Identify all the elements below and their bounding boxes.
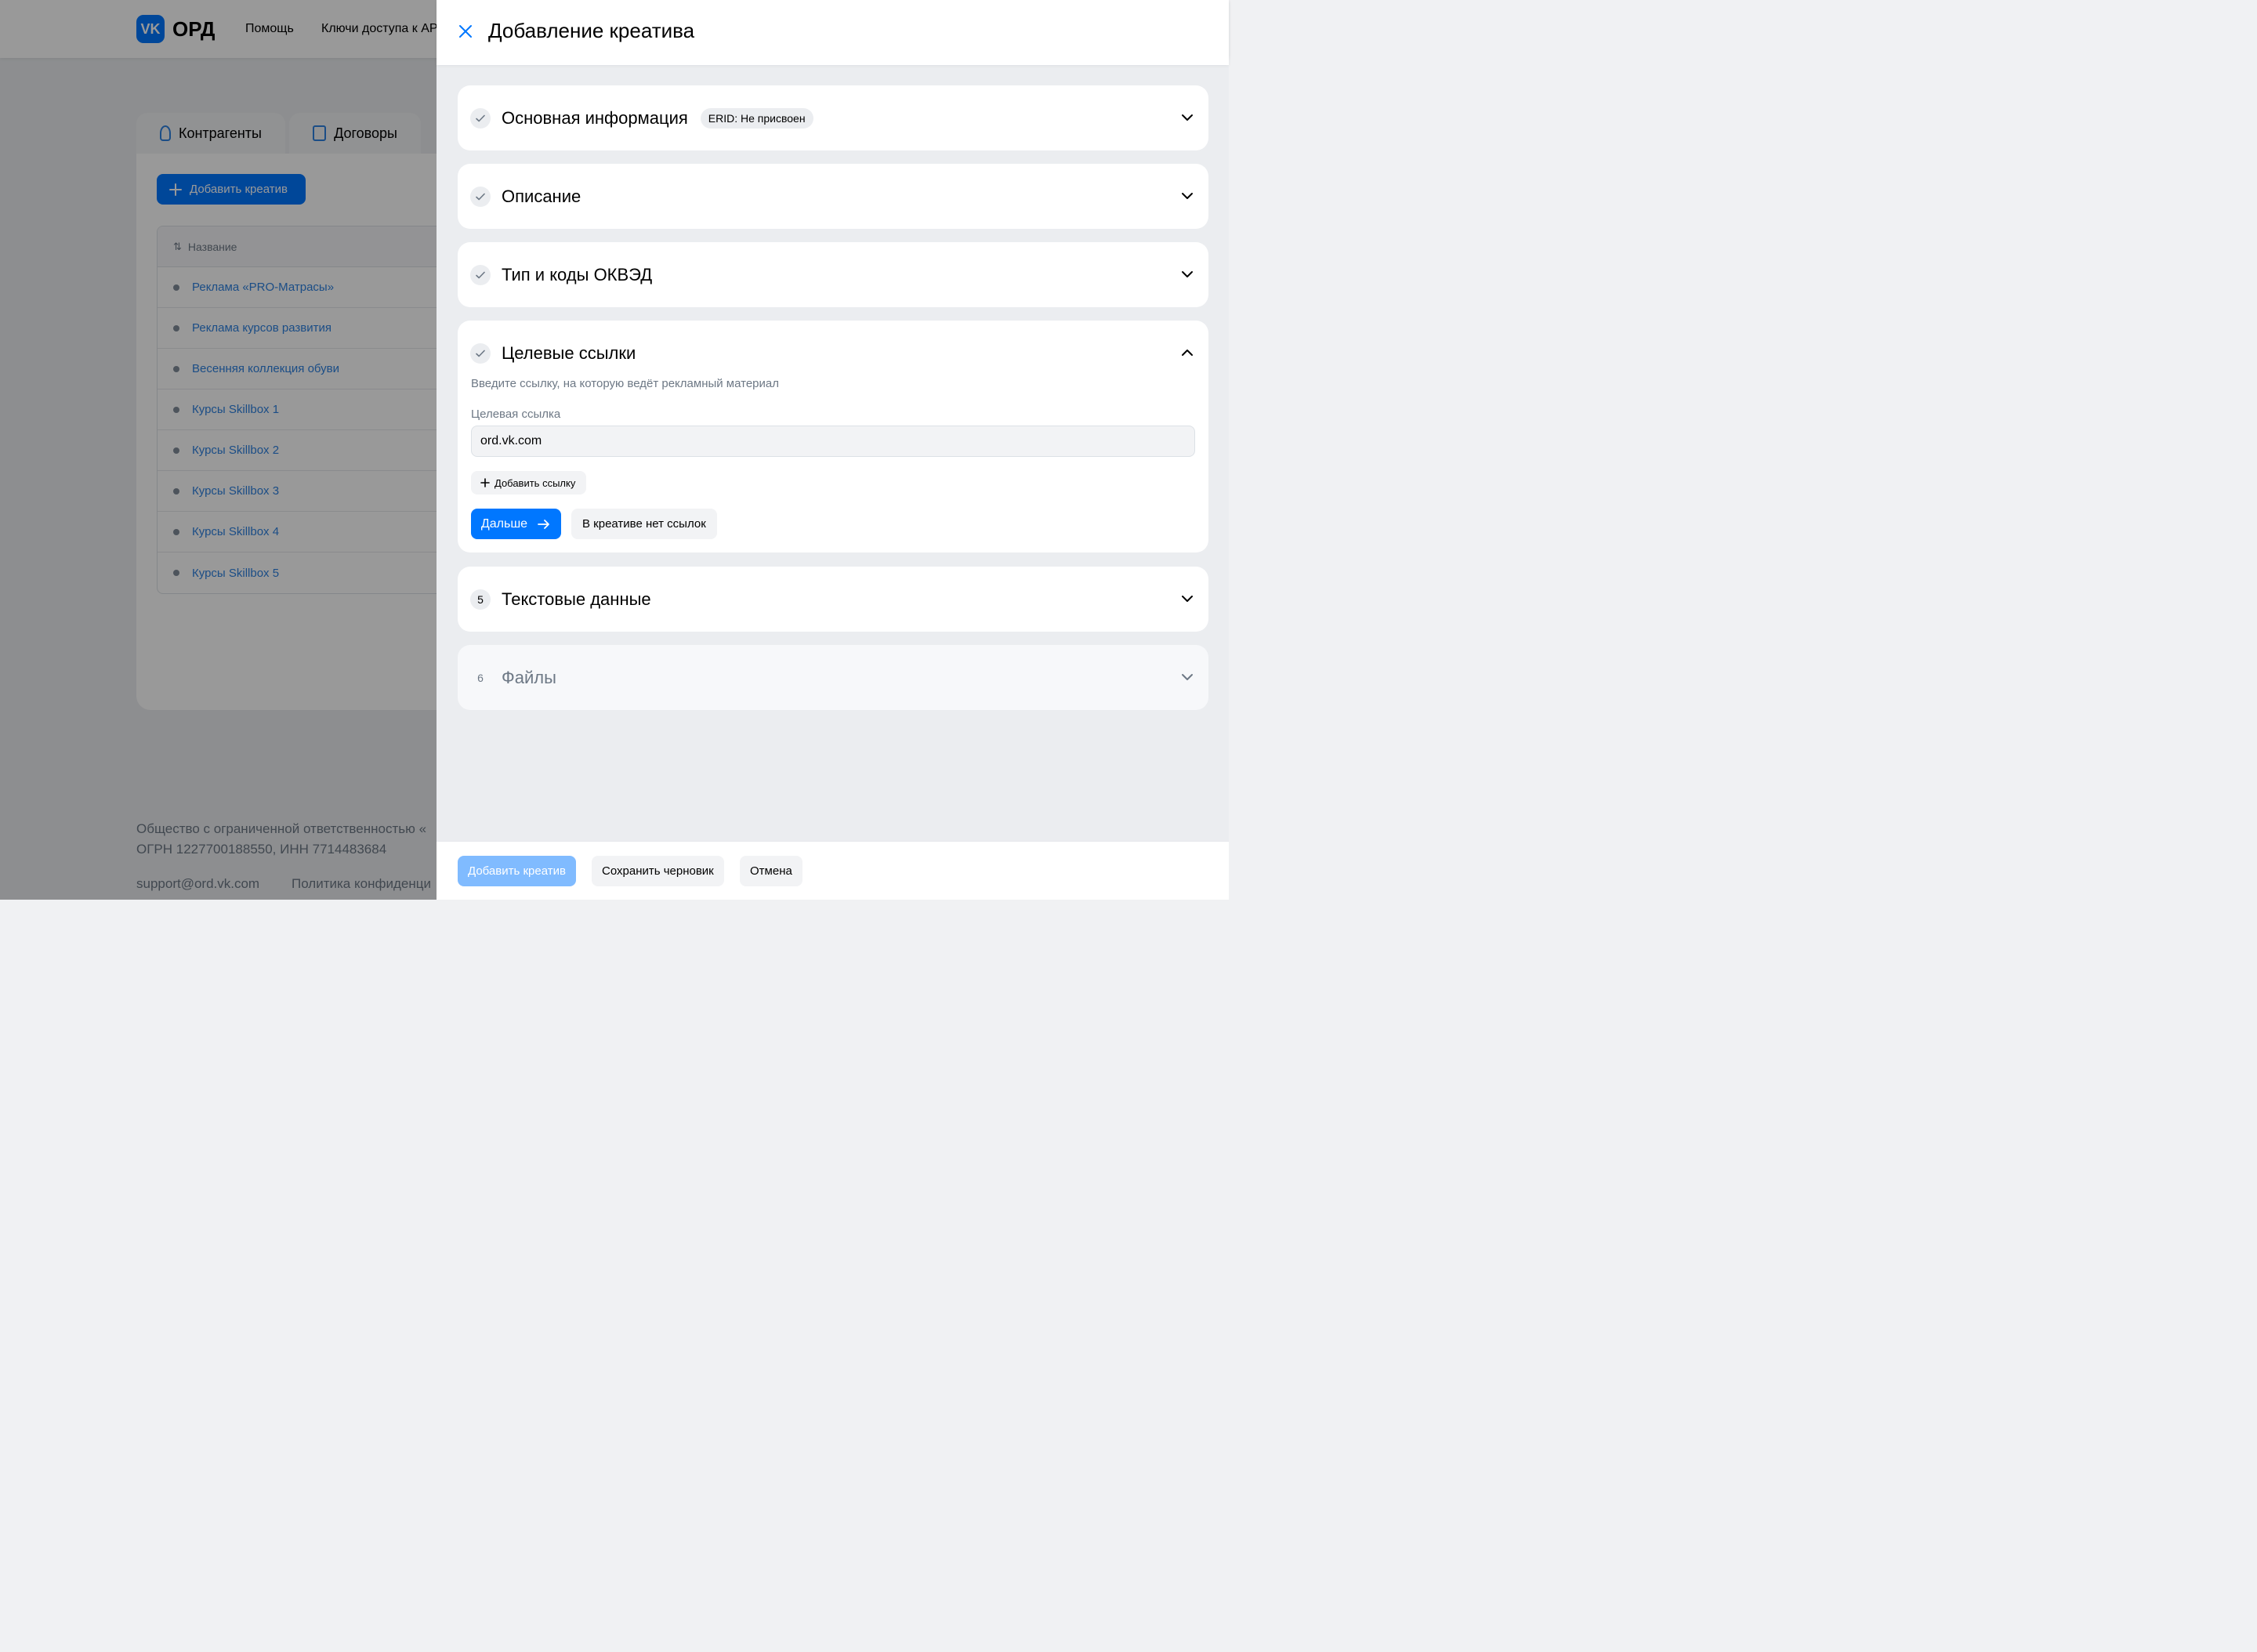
- section-title: Текстовые данные: [502, 589, 651, 609]
- step-number: 5: [470, 589, 491, 610]
- section-main-info[interactable]: Основная информация ERID: Не присвоен: [458, 85, 1208, 150]
- chevron-up-icon[interactable]: [1180, 346, 1194, 360]
- section-files: 6 Файлы: [458, 645, 1208, 710]
- chevron-down-icon[interactable]: [1180, 110, 1194, 125]
- add-link-label: Добавить ссылку: [495, 476, 576, 489]
- section-text-data[interactable]: 5 Текстовые данные: [458, 567, 1208, 632]
- section-title: Описание: [502, 186, 581, 206]
- section-title: Целевые ссылки: [502, 342, 636, 363]
- drawer-header: Добавление креатива: [437, 0, 1229, 65]
- section-header: 5 Текстовые данные: [470, 567, 651, 632]
- save-draft-button[interactable]: Сохранить черновик: [592, 856, 724, 886]
- chevron-down-icon[interactable]: [1180, 189, 1194, 203]
- check-icon: [470, 186, 491, 207]
- plus-icon: [480, 478, 490, 487]
- add-link-button[interactable]: Добавить ссылку: [471, 471, 587, 495]
- section-header[interactable]: Целевые ссылки: [470, 321, 636, 386]
- next-label: Дальше: [480, 516, 528, 531]
- section-header: 6 Файлы: [470, 645, 556, 710]
- section-title: Файлы: [502, 667, 556, 687]
- section-header: Основная информация ERID: Не присвоен: [470, 85, 813, 150]
- section-header: Тип и коды ОКВЭД: [470, 242, 652, 307]
- next-button[interactable]: Дальше: [471, 509, 561, 539]
- chevron-down-icon[interactable]: [1180, 592, 1194, 606]
- erid-badge: ERID: Не присвоен: [700, 107, 813, 129]
- arrow-right-icon: [538, 519, 549, 529]
- section-description[interactable]: Описание: [458, 164, 1208, 229]
- no-links-button[interactable]: В креативе нет ссылок: [571, 509, 717, 539]
- check-icon: [470, 107, 491, 129]
- drawer-title: Добавление креатива: [488, 19, 695, 42]
- chevron-down-icon: [1182, 674, 1193, 680]
- section-title: Основная информация: [502, 107, 688, 128]
- check-icon: [470, 264, 491, 285]
- close-icon[interactable]: [457, 23, 474, 40]
- page: VK ОРД Помощь Ключи доступа к API Контра…: [0, 0, 1229, 900]
- target-link-label: Целевая ссылка: [471, 408, 561, 421]
- chevron-down-icon[interactable]: [1180, 267, 1194, 281]
- step-number: 6: [470, 667, 491, 688]
- section-header: Описание: [470, 164, 581, 229]
- cancel-button[interactable]: Отмена: [740, 856, 802, 886]
- section-title: Тип и коды ОКВЭД: [502, 264, 653, 284]
- submit-creative-button[interactable]: Добавить креатив: [458, 856, 576, 886]
- section-target-links: Целевые ссылки Введите ссылку, на котору…: [458, 321, 1208, 552]
- target-link-input[interactable]: ord.vk.com: [471, 426, 1195, 457]
- section-type-okved[interactable]: Тип и коды ОКВЭД: [458, 242, 1208, 307]
- drawer-footer: Добавить креатив Сохранить черновик Отме…: [437, 841, 1229, 900]
- add-creative-drawer: Добавление креатива Основная информация …: [437, 0, 1229, 900]
- check-icon: [470, 342, 491, 364]
- links-hint: Введите ссылку, на которую ведёт рекламн…: [471, 377, 779, 390]
